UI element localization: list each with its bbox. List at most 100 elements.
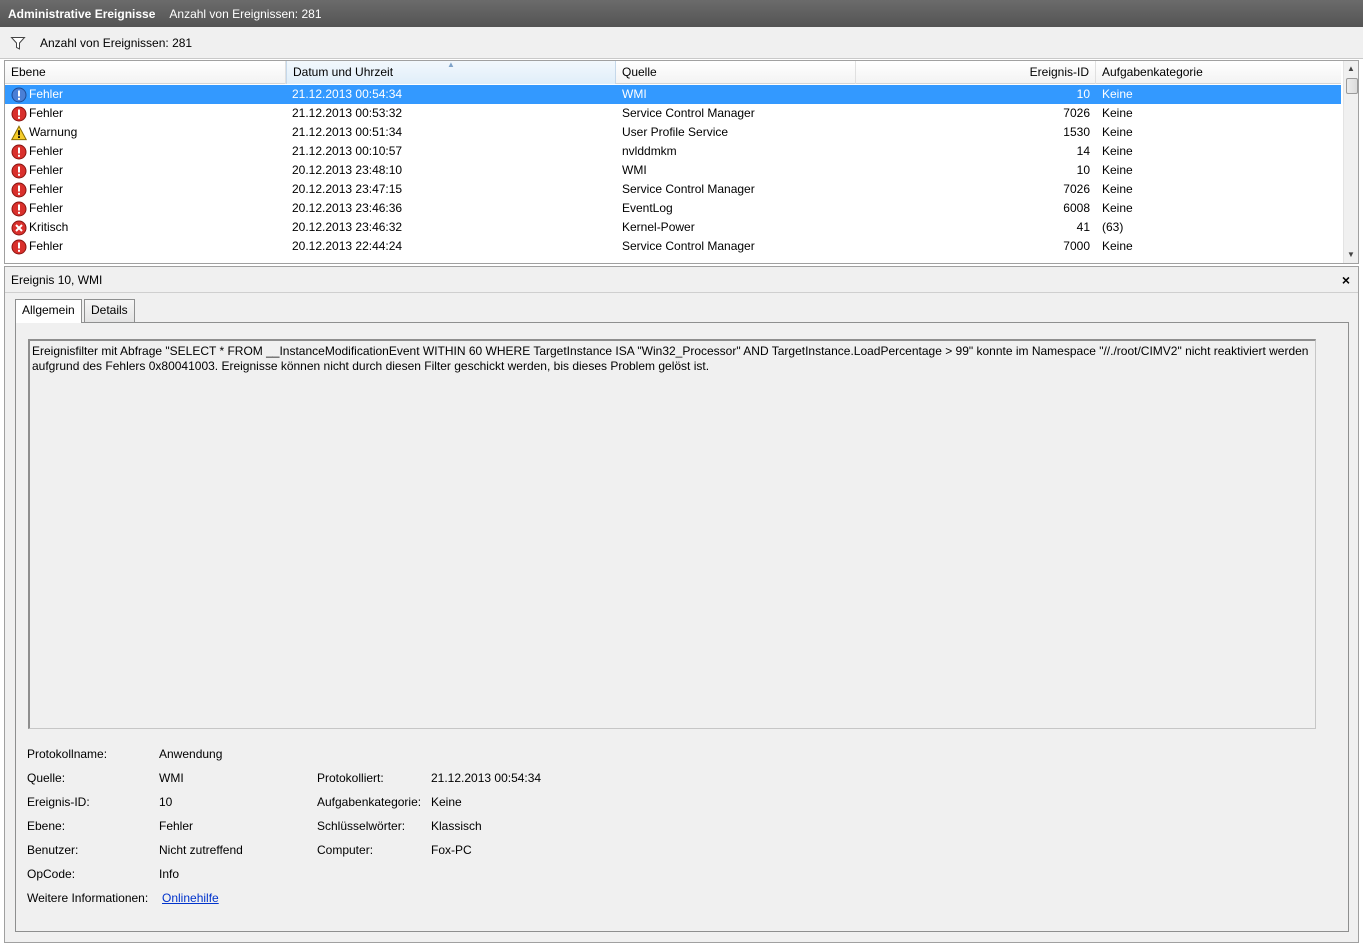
table-row[interactable]: Fehler 20.12.2013 23:47:15 Service Control… [5, 180, 1341, 199]
event-list[interactable]: Ebene Datum und Uhrzeit ▲ Quelle Ereigni… [4, 60, 1359, 264]
row-source: Service Control Manager [622, 239, 755, 253]
table-row[interactable]: Fehler 20.12.2013 22:44:24 Service Control… [5, 237, 1341, 256]
view-title: Administrative Ereignisse [8, 6, 156, 21]
row-category: (63) [1102, 220, 1124, 234]
table-row[interactable]: Fehler 21.12.2013 00:53:32 Service Control… [5, 104, 1341, 123]
row-level-text: Fehler [29, 163, 64, 177]
keywords-value: Klassisch [431, 819, 482, 833]
column-header-event-id[interactable]: Ereignis-ID [856, 61, 1096, 84]
event-detail-pane: Ereignis 10, WMI × Allgemein Details Ere… [4, 266, 1359, 943]
opcode-label: OpCode: [27, 867, 76, 881]
row-category: Keine [1102, 163, 1133, 177]
keywords-label: Schlüsselwörter: [317, 819, 406, 833]
row-source: WMI [622, 163, 647, 177]
tab-details[interactable]: Details [84, 299, 135, 322]
row-event-id: 7026 [1063, 182, 1090, 196]
row-date: 20.12.2013 23:46:32 [292, 220, 403, 234]
row-level: Kritisch [11, 218, 281, 237]
row-date: 21.12.2013 00:53:32 [292, 106, 403, 120]
event-id-label: Ereignis-ID: [27, 795, 90, 809]
task-category-value: Keine [431, 795, 462, 809]
row-source: EventLog [622, 201, 673, 215]
row-category: Keine [1102, 182, 1133, 196]
row-date: 21.12.2013 00:51:34 [292, 125, 403, 139]
table-row[interactable]: Fehler 21.12.2013 00:54:34 WMI 10 Keine [5, 85, 1341, 104]
filter-bar: Anzahl von Ereignissen: 281 [0, 27, 1363, 59]
row-level-text: Fehler [29, 201, 64, 215]
column-header-date[interactable]: Datum und Uhrzeit ▲ [286, 61, 616, 84]
row-event-id: 1530 [1063, 125, 1090, 139]
row-level-text: Fehler [29, 106, 64, 120]
table-row[interactable]: Fehler 20.12.2013 23:48:10 WMI 10 Keine [5, 161, 1341, 180]
column-header-source[interactable]: Quelle [616, 61, 856, 84]
opcode-value: Info [159, 867, 180, 881]
table-row[interactable]: Fehler 20.12.2013 23:46:36 EventLog 6008 Kei… [5, 199, 1341, 218]
row-event-id: 10 [1076, 163, 1090, 177]
row-date: 20.12.2013 23:46:36 [292, 201, 403, 215]
logged-value: 21.12.2013 00:54:34 [431, 771, 542, 785]
row-level-text: Fehler [29, 87, 64, 101]
log-name-value: Anwendung [159, 747, 223, 761]
row-level: Warnung [11, 123, 281, 142]
scroll-down-icon[interactable]: ▼ [1347, 250, 1355, 259]
scroll-up-icon[interactable]: ▲ [1347, 64, 1355, 73]
row-category: Keine [1102, 87, 1133, 101]
online-help-link[interactable]: Onlinehilfe [162, 890, 219, 906]
tab-general[interactable]: Allgemein [15, 299, 82, 323]
error-icon [11, 144, 27, 160]
event-list-header: Ebene Datum und Uhrzeit ▲ Quelle Ereigni… [5, 61, 1341, 84]
row-date: 20.12.2013 23:47:15 [292, 182, 403, 196]
row-level-text: Kritisch [29, 220, 69, 234]
column-header-category[interactable]: Aufgabenkategorie [1096, 61, 1341, 84]
table-row[interactable]: Kritisch 20.12.2013 23:46:32 Kernel-Power 4… [5, 218, 1341, 237]
task-category-label: Aufgabenkategorie: [317, 795, 422, 809]
sort-ascending-icon: ▲ [447, 60, 455, 69]
source-value: WMI [159, 771, 184, 785]
error-icon [11, 163, 27, 179]
row-level: Fehler [11, 237, 281, 256]
event-rows: Fehler 21.12.2013 00:54:34 WMI 10 Keine Fehle… [5, 85, 1341, 263]
row-level: Fehler [11, 199, 281, 218]
row-level: Fehler [11, 161, 281, 180]
row-category: Keine [1102, 106, 1133, 120]
row-event-id: 7026 [1063, 106, 1090, 120]
error-icon [11, 106, 27, 122]
row-source: Kernel-Power [622, 220, 695, 234]
logged-label: Protokolliert: [317, 771, 384, 785]
row-event-id: 7000 [1063, 239, 1090, 253]
row-level: Fehler [11, 85, 281, 104]
filter-icon[interactable] [10, 35, 26, 51]
row-level: Fehler [11, 142, 281, 161]
warning-icon [11, 124, 28, 141]
row-category: Keine [1102, 144, 1133, 158]
row-level-text: Fehler [29, 239, 64, 253]
error-icon [11, 87, 27, 103]
error-icon [11, 239, 27, 255]
log-name-label: Protokollname: [27, 747, 108, 761]
row-source: WMI [622, 87, 647, 101]
detail-title: Ereignis 10, WMI [11, 273, 103, 287]
more-info-label: Weitere Informationen: [27, 891, 149, 905]
error-icon [11, 201, 27, 217]
user-value: Nicht zutreffend [159, 843, 243, 857]
event-list-scrollbar[interactable]: ▲ ▼ [1343, 61, 1358, 263]
row-level-text: Fehler [29, 182, 64, 196]
column-header-level[interactable]: Ebene [5, 61, 286, 84]
row-event-id: 41 [1076, 220, 1090, 234]
error-icon [11, 182, 27, 198]
window-titlebar: Administrative Ereignisse Anzahl von Ere… [0, 0, 1363, 27]
row-date: 20.12.2013 23:48:10 [292, 163, 403, 177]
row-category: Keine [1102, 125, 1133, 139]
row-date: 20.12.2013 22:44:24 [292, 239, 403, 253]
scrollbar-thumb[interactable] [1346, 78, 1358, 94]
table-row[interactable]: Fehler 21.12.2013 00:10:57 nvlddmkm 14 Keine [5, 142, 1341, 161]
source-label: Quelle: [27, 771, 66, 785]
row-event-id: 6008 [1063, 201, 1090, 215]
close-icon[interactable]: × [1342, 267, 1350, 293]
row-level: Fehler [11, 104, 281, 123]
event-message[interactable]: Ereignisfilter mit Abfrage "SELECT * FRO… [28, 339, 1316, 729]
general-tab-panel: Ereignisfilter mit Abfrage "SELECT * FRO… [15, 322, 1349, 932]
table-row[interactable]: Warnung 21.12.2013 00:51:34 User Profile S… [5, 123, 1341, 142]
filter-count: Anzahl von Ereignissen: 281 [40, 35, 193, 50]
row-date: 21.12.2013 00:54:34 [292, 87, 403, 101]
